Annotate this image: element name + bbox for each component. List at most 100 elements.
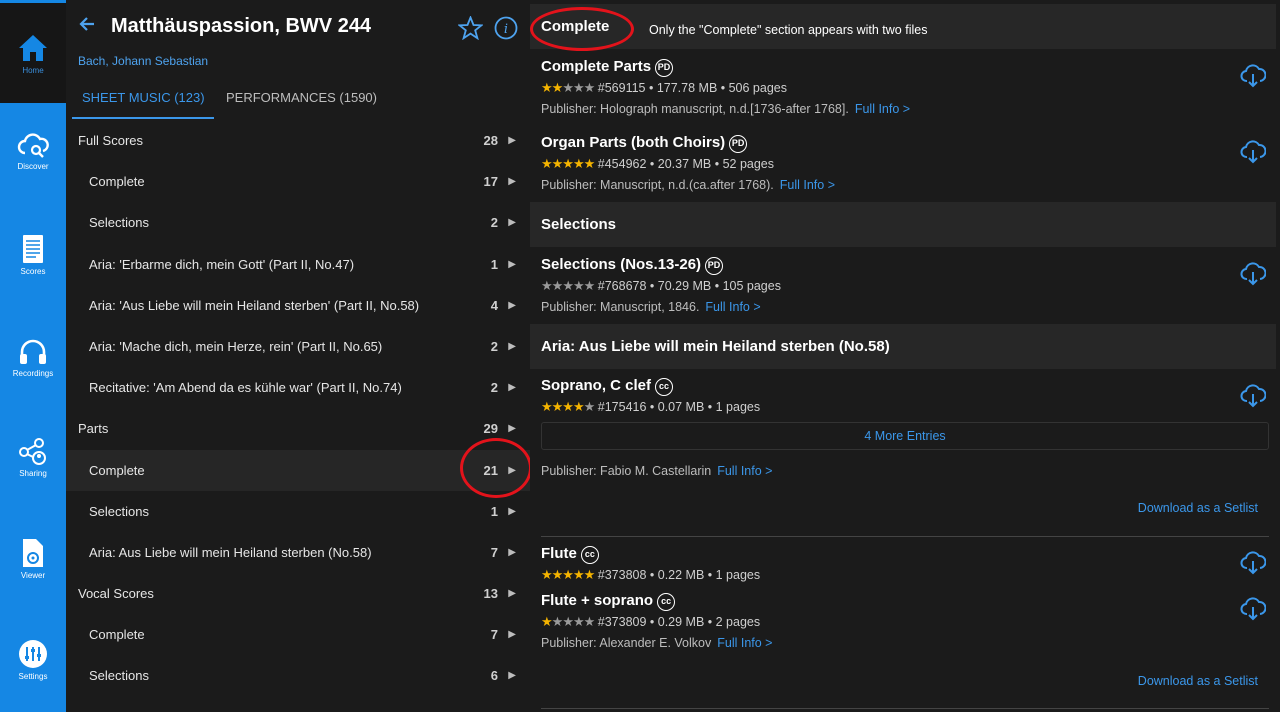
chevron-right-icon: ▶ [508,588,516,600]
rail-item-settings[interactable]: Settings [0,639,66,712]
file-entry[interactable]: Flute cc ★★★★★ #373808 • 0.22 MB • 1 page… [541,545,1271,583]
download-cloud-icon[interactable] [1240,64,1267,93]
chevron-right-icon: ▶ [508,299,516,311]
file-entry[interactable]: Selections (Nos.13-26) PD ★★★★★ #768678 •… [541,256,1271,314]
rating-stars: ★★★★★ [541,614,595,629]
rail-item-home[interactable]: Home [0,0,66,103]
full-info-link[interactable]: Full Info > [717,636,772,650]
list-item[interactable]: Aria: 'Mache dich, mein Herze, rein' (Pa… [66,326,530,367]
download-cloud-icon[interactable] [1240,262,1267,291]
list-item-label: Vocal Scores [78,586,154,602]
download-cloud-icon[interactable] [1240,597,1267,626]
list-item[interactable]: Selections 2 ▶ [66,202,530,243]
chevron-right-icon: ▶ [508,217,516,229]
creative-commons-icon: cc [580,546,599,564]
imslp-app: Home Discover Scores Recordings Sharing … [0,0,1280,712]
file-meta: #768678 • 70.29 MB • 105 pages [597,279,781,293]
annotation-note: Only the "Complete" section appears with… [649,23,928,37]
list-item-label: Recitative: 'Am Abend da es kühle war' (… [89,380,402,396]
file-name: Complete Parts [541,58,652,75]
rail-item-scores[interactable]: Scores [0,234,66,324]
download-cloud-icon[interactable] [1240,384,1267,413]
list-item[interactable]: Parts 29 ▶ [66,408,530,449]
list-item-count: 28 [483,133,498,148]
download-setlist-link[interactable]: Download as a Setlist [1138,501,1258,515]
list-item-label: Parts [78,421,109,437]
section-header-selections: Selections [530,202,1276,247]
rail-item-viewer[interactable]: Viewer [0,538,66,628]
public-domain-icon: PD [705,257,724,275]
share-icon [19,438,46,465]
full-info-link[interactable]: Full Info > [780,178,835,192]
file-list-panel: Complete Only the "Complete" section app… [530,0,1280,712]
full-info-link[interactable]: Full Info > [717,464,772,478]
category-list: Full Scores 28 ▶ Complete 17 ▶ Selections 2 ▶ … [66,120,530,697]
chevron-right-icon: ▶ [508,340,516,352]
list-item[interactable]: Full Scores 28 ▶ [66,120,530,161]
rail-item-sharing[interactable]: Sharing [0,438,66,528]
list-item[interactable]: Aria: 'Aus Liebe will mein Heiland sterb… [66,285,530,326]
creative-commons-icon: cc [657,593,676,611]
publisher-text: Publisher: Alexander E. Volkov [541,636,712,650]
more-entries-button[interactable]: 4 More Entries [541,422,1269,450]
list-item-label: Aria: 'Aus Liebe will mein Heiland sterb… [89,297,420,313]
list-item[interactable]: Selections 6 ▶ [66,655,530,696]
list-item-count: 17 [483,174,498,190]
full-info-link[interactable]: Full Info > [705,300,760,314]
chevron-right-icon: ▶ [508,382,516,394]
list-item-label: Selections [89,668,149,684]
creative-commons-icon: cc [655,378,674,396]
list-item[interactable]: Complete 7 ▶ [66,614,530,655]
rail-item-discover[interactable]: Discover [0,133,66,223]
composer-link[interactable]: Bach, Johann Sebastian [78,54,208,68]
list-item-count: 13 [483,586,498,602]
list-item-label: Aria: 'Mache dich, mein Herze, rein' (Pa… [89,338,383,354]
tab-sheet-music[interactable]: SHEET MUSIC (123) [72,86,214,119]
list-item[interactable]: Recitative: 'Am Abend da es kühle war' (… [66,367,530,408]
list-item-label: Selections [89,503,149,519]
chevron-right-icon: ▶ [508,629,516,641]
list-item-label: Selections [89,215,149,231]
file-entry[interactable]: Flute + soprano cc ★★★★★ #373809 • 0.29 M… [541,592,1271,650]
file-entry[interactable]: Organ Parts (both Choirs) PD ★★★★★ #45496… [541,134,1271,192]
tab-performances[interactable]: PERFORMANCES (1590) [226,86,377,119]
list-item[interactable]: Complete 17 ▶ [66,161,530,202]
divider [541,708,1269,709]
home-icon [19,35,47,61]
full-info-link[interactable]: Full Info > [855,102,910,116]
section-title: Aria: Aus Liebe will mein Heiland sterbe… [541,338,890,355]
back-arrow-icon[interactable] [78,15,96,38]
file-meta: #373809 • 0.29 MB • 2 pages [597,615,761,629]
list-item-count: 2 [490,380,498,396]
list-item[interactable]: Selections 1 ▶ [66,491,530,532]
info-icon[interactable]: i [494,16,518,45]
publisher-text: Publisher: Manuscript, n.d.(ca.after 176… [541,178,774,192]
rating-stars: ★★★★★ [541,567,595,582]
list-item[interactable]: Vocal Scores 13 ▶ [66,573,530,614]
file-name: Flute + soprano [541,592,654,609]
rail-label-scores: Scores [20,267,46,276]
file-meta: #454962 • 20.37 MB • 52 pages [597,157,775,171]
page-title: Matthäuspassion, BWV 244 [111,15,372,37]
list-item[interactable]: Aria: Aus Liebe will mein Heiland sterbe… [66,532,530,573]
rail-item-recordings[interactable]: Recordings [0,338,66,428]
rail-label-settings: Settings [18,672,48,681]
list-item-label: Aria: 'Erbarme dich, mein Gott' (Part II… [89,256,355,272]
file-entry[interactable]: Complete Parts PD ★★★★★ #569115 • 177.78 … [541,58,1271,116]
list-item[interactable]: Aria: 'Erbarme dich, mein Gott' (Part II… [66,244,530,285]
publisher-text: Publisher: Holograph manuscript, n.d.[17… [541,102,849,116]
section-header-complete: Complete Only the "Complete" section app… [530,4,1276,49]
svg-text:i: i [504,22,508,37]
download-setlist-link[interactable]: Download as a Setlist [1138,674,1258,688]
download-cloud-icon[interactable] [1240,140,1267,169]
file-entry[interactable]: Soprano, C clef cc ★★★★★ #175416 • 0.07 M… [541,377,1271,415]
chevron-right-icon: ▶ [508,670,516,682]
download-cloud-icon[interactable] [1240,551,1267,580]
favorite-star-icon[interactable] [457,15,484,45]
list-item-count: 4 [490,297,498,313]
tab-bar: SHEET MUSIC (123) PERFORMANCES (1590) [66,86,530,120]
file-meta: #175416 • 0.07 MB • 1 pages [597,400,761,414]
public-domain-icon: PD [729,135,748,153]
chevron-right-icon: ▶ [508,258,516,270]
list-item-count: 2 [490,215,498,231]
